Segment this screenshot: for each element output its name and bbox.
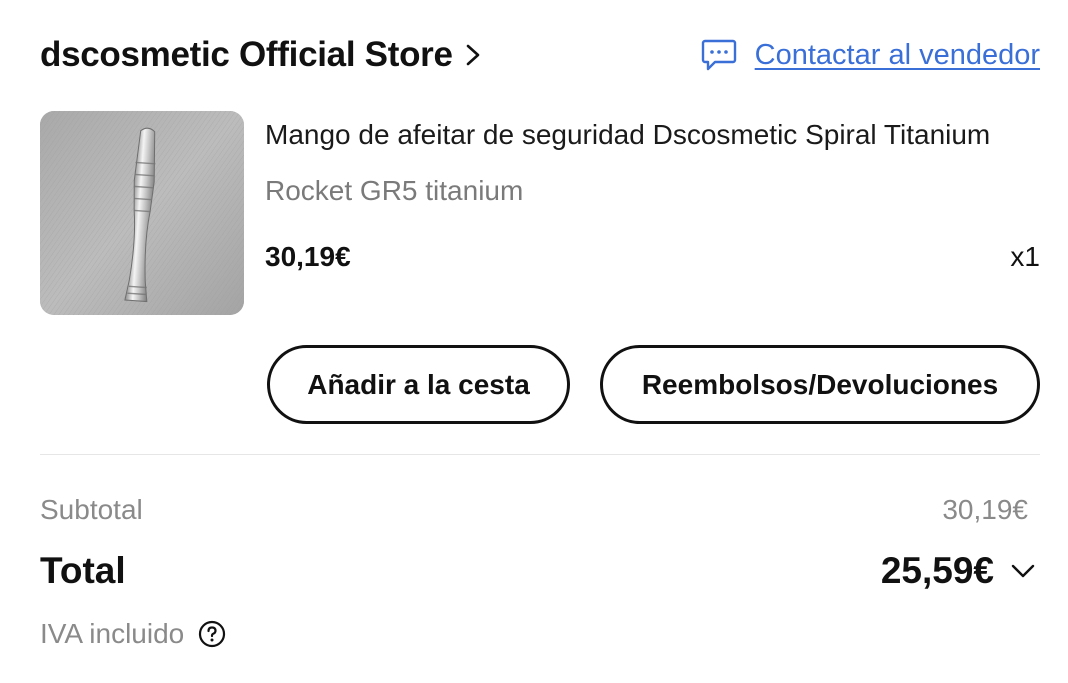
tax-label: IVA incluido xyxy=(40,618,185,649)
add-to-cart-button[interactable]: Añadir a la cesta xyxy=(267,345,570,424)
store-header: dscosmetic Official Store Contactar al v… xyxy=(40,30,1040,80)
product-image[interactable] xyxy=(40,111,244,315)
chevron-down-icon xyxy=(1011,564,1035,578)
product-variant: Rocket GR5 titanium xyxy=(265,175,524,206)
total-value: 25,59€ xyxy=(880,550,994,591)
store-name: dscosmetic Official Store xyxy=(40,35,453,74)
razor-handle-image xyxy=(40,111,244,315)
contact-seller-link[interactable]: Contactar al vendedor xyxy=(701,30,1040,80)
store-link[interactable]: dscosmetic Official Store xyxy=(40,30,481,80)
contact-seller-label: Contactar al vendedor xyxy=(754,38,1040,71)
subtotal-label: Subtotal xyxy=(40,494,143,525)
subtotal-value: 30,19€ xyxy=(942,494,1028,525)
total-label: Total xyxy=(40,550,126,591)
divider xyxy=(40,454,1040,455)
help-icon[interactable] xyxy=(198,620,226,648)
total-expand-toggle[interactable]: 25,59€ xyxy=(881,548,1036,594)
tax-info: IVA incluido xyxy=(40,614,226,654)
chevron-right-icon xyxy=(466,44,479,66)
chat-icon xyxy=(701,39,736,71)
product-title[interactable]: Mango de afeitar de seguridad Dscosmetic… xyxy=(265,116,1040,154)
product-quantity: x1 xyxy=(1010,241,1040,272)
refunds-returns-button[interactable]: Reembolsos/Devoluciones xyxy=(600,345,1040,424)
product-price: 30,19€ xyxy=(265,241,351,272)
